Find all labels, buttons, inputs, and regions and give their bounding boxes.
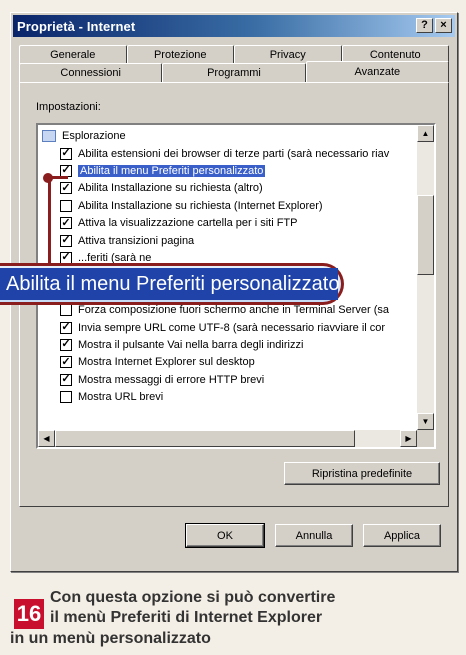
scroll-up-button[interactable]: ▲ [417, 125, 434, 142]
checkbox-unchecked[interactable] [60, 391, 72, 404]
checkbox-checked[interactable]: ✓ [60, 373, 72, 386]
setting-label: Attiva transizioni pagina [78, 234, 195, 247]
tab-row-front: Connessioni Programmi Avanzate [19, 61, 449, 82]
setting-item[interactable]: ✓ Mostra Internet Explorer sul desktop [60, 354, 255, 371]
settings-label: Impostazioni: [36, 101, 101, 113]
setting-item[interactable]: ✓ Mostra il pulsante Vai nella barra degl… [60, 336, 303, 353]
checkbox-checked[interactable]: ✓ [60, 217, 72, 230]
vertical-scroll-thumb[interactable] [417, 195, 434, 275]
setting-item[interactable]: ✓ Attiva transizioni pagina [60, 232, 194, 249]
callout-pointer-dot [43, 173, 53, 183]
setting-label: Abilita il menu Preferiti personalizzato [78, 164, 266, 177]
scroll-left-button[interactable]: ◀ [38, 430, 55, 447]
title-bar[interactable]: Proprietà - Internet ? × [13, 15, 455, 37]
checkbox-unchecked[interactable] [60, 304, 72, 317]
checkbox-checked[interactable]: ✓ [60, 356, 72, 369]
close-button[interactable]: × [435, 18, 452, 33]
folder-icon [42, 129, 56, 142]
setting-item[interactable]: Mostra URL brevi [60, 389, 163, 406]
setting-item[interactable]: ✓ Abilita il menu Preferiti personalizzat… [60, 162, 266, 179]
figure-number-badge: 16 [14, 599, 44, 629]
setting-item[interactable]: ✓ Abilita estensioni dei browser di terze… [60, 145, 389, 162]
checkbox-unchecked[interactable] [60, 199, 72, 212]
horizontal-scroll-thumb[interactable] [55, 430, 355, 447]
zoom-callout: Abilita il menu Preferiti personalizzato [0, 263, 344, 305]
category-label: Esplorazione [62, 129, 126, 142]
callout-pointer-line [48, 176, 51, 264]
setting-label: Mostra Internet Explorer sul desktop [78, 356, 255, 369]
ok-button[interactable]: OK [185, 523, 265, 548]
tab-generale[interactable]: Generale [19, 45, 127, 64]
scrollbar-corner [417, 430, 434, 447]
setting-item[interactable]: ✓ Invia sempre URL come UTF-8 (sarà neces… [60, 319, 385, 336]
scroll-down-button[interactable]: ▼ [417, 413, 434, 430]
setting-label: Mostra il pulsante Vai nella barra degli… [78, 338, 304, 351]
setting-label: Abilita Installazione su richiesta (Inte… [78, 199, 323, 212]
setting-label: Abilita estensioni dei browser di terze … [78, 147, 390, 160]
vertical-scrollbar[interactable]: ▲ ▼ [417, 125, 434, 430]
caption-line-3: in un menù personalizzato [10, 630, 211, 647]
checkbox-checked[interactable]: ✓ [60, 182, 72, 195]
tab-connessioni[interactable]: Connessioni [19, 63, 163, 82]
setting-label: Mostra messaggi di errore HTTP brevi [78, 373, 265, 386]
checkbox-checked[interactable]: ✓ [60, 321, 72, 334]
checkbox-checked[interactable]: ✓ [60, 338, 72, 351]
setting-label: Invia sempre URL come UTF-8 (sarà necess… [78, 321, 386, 334]
tab-protezione[interactable]: Protezione [126, 45, 234, 64]
caption-line-2: il menù Preferiti di Internet Explorer [50, 609, 323, 626]
restore-defaults-button[interactable]: Ripristina predefinite [284, 462, 440, 485]
setting-label: Attiva la visualizzazione cartella per i… [78, 217, 298, 230]
setting-item[interactable]: Abilita Installazione su richiesta (Inte… [60, 197, 323, 214]
setting-label: Mostra URL brevi [78, 391, 164, 404]
tab-programmi[interactable]: Programmi [162, 63, 306, 82]
checkbox-checked[interactable]: ✓ [60, 234, 72, 247]
scroll-right-button[interactable]: ▶ [400, 430, 417, 447]
setting-label: Abilita Installazione su richiesta (altr… [78, 182, 263, 195]
setting-label: Forza composizione fuori schermo anche i… [78, 304, 389, 317]
help-button[interactable]: ? [416, 18, 433, 33]
callout-label: Abilita il menu Preferiti personalizzato [0, 268, 340, 300]
setting-item[interactable]: ✓ Mostra messaggi di errore HTTP brevi [60, 371, 264, 388]
tab-avanzate[interactable]: Avanzate [305, 61, 449, 82]
apply-button[interactable]: Applica [363, 524, 441, 547]
caption-line-1: Con questa opzione si può convertire [50, 589, 336, 606]
setting-item[interactable]: ✓ Abilita Installazione su richiesta (alt… [60, 180, 263, 197]
window-title: Proprietà - Internet [17, 18, 136, 34]
cancel-button[interactable]: Annulla [275, 524, 353, 547]
setting-item[interactable]: ✓ Attiva la visualizzazione cartella per … [60, 215, 297, 232]
horizontal-scrollbar[interactable]: ◀ ▶ [38, 430, 417, 447]
checkbox-checked[interactable]: ✓ [60, 147, 72, 160]
category-esplorazione: Esplorazione [42, 127, 126, 144]
screenshot-stage: Proprietà - Internet ? × Generale Protez… [0, 0, 466, 655]
